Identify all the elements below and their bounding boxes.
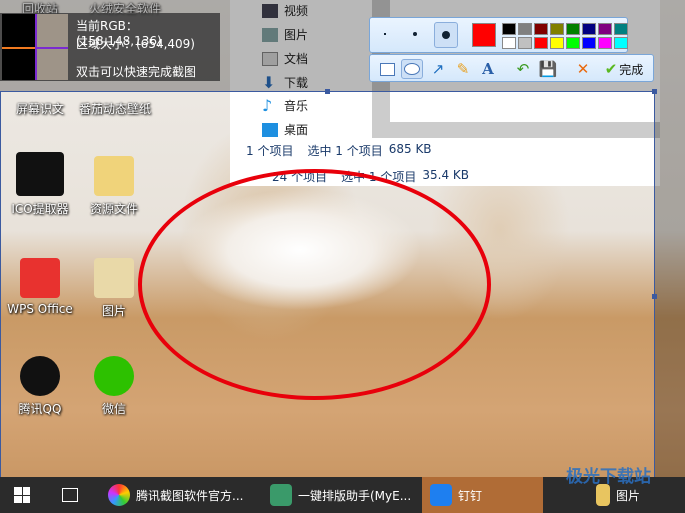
- palette-color-swatch[interactable]: [614, 37, 628, 49]
- ellipse-icon: [404, 63, 420, 75]
- task-view-button[interactable]: [62, 488, 78, 502]
- tencent-capture-icon: [108, 484, 130, 506]
- pen-size-medium[interactable]: [413, 32, 417, 36]
- palette-color-swatch[interactable]: [502, 23, 516, 35]
- taskbar-item-tencent-capture[interactable]: 腾讯截图软件官方...: [108, 477, 243, 513]
- done-button[interactable]: ✔ 完成: [598, 59, 650, 79]
- rectangle-icon: [379, 62, 395, 76]
- capture-selection-area[interactable]: [0, 91, 655, 484]
- capture-info-panel: 当前RGB：(158,148,136) 区域大小：(654,409) 双击可以快…: [0, 13, 220, 81]
- folder-icon: [596, 484, 610, 506]
- magnifier-preview: [2, 14, 68, 80]
- brush-tool[interactable]: ✎: [453, 59, 473, 79]
- current-color-swatch[interactable]: [472, 23, 496, 47]
- pen-size-large[interactable]: [434, 22, 458, 48]
- done-icon: ✔: [604, 60, 618, 78]
- cancel-button[interactable]: ✕: [573, 59, 593, 79]
- brush-icon: ✎: [456, 60, 470, 78]
- double-click-hint: 双击可以快速完成截图: [76, 65, 197, 79]
- palette-color-swatch[interactable]: [582, 23, 596, 35]
- cancel-icon: ✕: [576, 60, 590, 78]
- palette-color-swatch[interactable]: [518, 23, 532, 35]
- pen-size-small[interactable]: [384, 33, 386, 35]
- arrow-icon: ↗: [431, 60, 445, 78]
- palette-color-swatch[interactable]: [502, 37, 516, 49]
- undo-icon: ↶: [516, 60, 530, 78]
- save-button[interactable]: 💾: [538, 59, 558, 79]
- palette-color-swatch[interactable]: [614, 23, 628, 35]
- palette-color-swatch[interactable]: [598, 23, 612, 35]
- palette-color-swatch[interactable]: [518, 37, 532, 49]
- palette-color-swatch[interactable]: [534, 37, 548, 49]
- arrow-tool[interactable]: ↗: [428, 59, 448, 79]
- save-icon: 💾: [538, 60, 558, 78]
- palette-color-swatch[interactable]: [550, 23, 564, 35]
- undo-button[interactable]: ↶: [513, 59, 533, 79]
- palette-color-swatch[interactable]: [598, 37, 612, 49]
- dim-overlay-right: [655, 91, 685, 484]
- pen-size-color-toolbar: [369, 17, 628, 53]
- windows-icon: [14, 487, 22, 495]
- taskbar-item-dingtalk[interactable]: 钉钉: [422, 477, 543, 513]
- palette-color-swatch[interactable]: [566, 37, 580, 49]
- rectangle-tool[interactable]: [377, 59, 397, 79]
- palette-color-swatch[interactable]: [534, 23, 548, 35]
- palette-color-swatch[interactable]: [550, 37, 564, 49]
- dingtalk-icon: [430, 484, 452, 506]
- text-tool[interactable]: A: [478, 59, 498, 79]
- selection-handle[interactable]: [652, 294, 657, 299]
- start-button[interactable]: [14, 487, 30, 503]
- text-icon: A: [482, 60, 494, 78]
- myeditor-icon: [270, 484, 292, 506]
- palette-color-swatch[interactable]: [582, 37, 596, 49]
- selection-handle[interactable]: [325, 89, 330, 94]
- watermark-logo: 极光下载站: [566, 467, 651, 487]
- area-size-text: 区域大小：(654,409): [76, 37, 195, 51]
- ellipse-tool[interactable]: [401, 59, 423, 79]
- palette-color-swatch[interactable]: [566, 23, 580, 35]
- drawing-toolbar: ↗ ✎ A ↶ 💾 ✕ ✔ 完成: [369, 54, 654, 82]
- selection-handle[interactable]: [652, 89, 657, 94]
